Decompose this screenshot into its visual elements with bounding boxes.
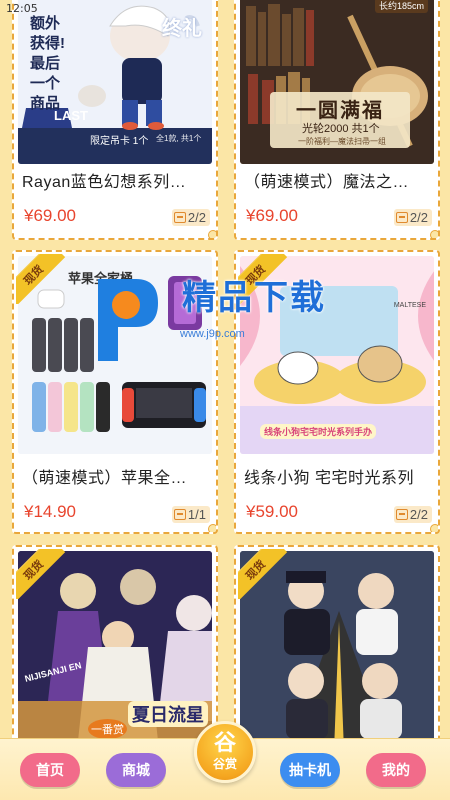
product-image: 额外获得! 最后 一个商品 终礼 LAST 限定吊卡 1个 全1款, 共1个	[18, 0, 212, 164]
nav-mine-button[interactable]: 我的	[366, 753, 426, 787]
watermark-url: www.j9p.com	[180, 328, 245, 340]
watermark-title: 精品下载	[182, 278, 326, 318]
nav-home-button[interactable]: 首页	[20, 753, 80, 787]
bottom-nav: 首页 商城 谷 谷赏 抽卡机 我的	[0, 721, 450, 800]
image-note-text: 全1款, 共1个	[156, 134, 202, 143]
box-icon	[173, 212, 186, 223]
nav-center-label: 谷赏	[212, 756, 237, 771]
image-sub-text: 光轮2000 共1个	[302, 123, 380, 135]
product-title: （萌速模式）魔法之…	[244, 174, 410, 191]
stock-count: 2/2	[409, 210, 428, 225]
stock-count: 2/2	[409, 507, 428, 522]
watermark-logo-icon	[98, 279, 158, 361]
stock-ribbon: 现货	[238, 549, 288, 599]
product-price: ¥69.00	[246, 206, 298, 225]
product-price: ¥14.90	[24, 502, 76, 521]
corner-decoration	[430, 524, 438, 532]
status-time: 12:05	[6, 2, 38, 15]
product-card[interactable]: 长约185cm 一圆满福 光轮2000 共1个 一阶福利—魔法扫帚一组 （萌速模…	[234, 0, 440, 240]
image-tag-text: 长约185cm	[374, 0, 428, 13]
ribbon-label: 现货	[16, 254, 66, 304]
stock-count: 2/2	[187, 210, 206, 225]
product-image: 长约185cm 一圆满福 光轮2000 共1个 一阶福利—魔法扫帚一组	[240, 0, 434, 164]
image-corner-text: 终礼	[162, 18, 202, 40]
stock-count: 1/1	[187, 507, 206, 522]
product-title: （萌速模式）苹果全…	[22, 470, 188, 487]
image-banner-text: 线条小狗宅宅时光系列手办	[260, 424, 377, 439]
nav-gacha-button[interactable]: 抽卡机	[280, 753, 340, 787]
box-icon	[395, 509, 408, 520]
image-line: 最后	[30, 55, 61, 72]
nav-mall-button[interactable]: 商城	[106, 753, 166, 787]
image-big-text: 夏日流星	[128, 701, 208, 727]
image-caption-text: 一阶福利—魔法扫帚一组	[298, 137, 386, 146]
stock-badge: 2/2	[171, 209, 210, 226]
image-brand-text: MALTESE	[393, 302, 426, 309]
stock-badge: 2/2	[393, 209, 432, 226]
box-icon	[173, 509, 186, 520]
product-price: ¥69.00	[24, 206, 76, 225]
image-last-text: LAST	[54, 108, 88, 123]
stock-badge: 1/1	[171, 506, 210, 523]
product-grid: 额外获得! 最后 一个商品 终礼 LAST 限定吊卡 1个 全1款, 共1个 R…	[12, 0, 440, 800]
stock-ribbon: 现货	[16, 549, 66, 599]
image-line: 额外获得!	[30, 15, 65, 52]
ribbon-label: 现货	[16, 549, 66, 599]
image-banner-text: 一圆满福	[296, 100, 384, 122]
image-small-text: 一番赏	[88, 719, 127, 739]
nav-center-button[interactable]: 谷 谷赏	[194, 721, 256, 783]
product-title: 线条小狗 宅宅时光系列	[244, 470, 414, 487]
corner-decoration	[208, 230, 216, 238]
corner-decoration	[208, 524, 216, 532]
product-title: Rayan蓝色幻想系列…	[22, 174, 187, 191]
corner-decoration	[430, 230, 438, 238]
product-price: ¥59.00	[246, 502, 298, 521]
stock-badge: 2/2	[393, 506, 432, 523]
box-icon	[395, 212, 408, 223]
image-card-text: 限定吊卡 1个	[90, 136, 149, 147]
stock-ribbon: 现货	[16, 254, 66, 304]
product-card[interactable]: 额外获得! 最后 一个商品 终礼 LAST 限定吊卡 1个 全1款, 共1个 R…	[12, 0, 218, 240]
nav-center-icon: 谷	[213, 730, 236, 756]
ribbon-label: 现货	[238, 549, 288, 599]
